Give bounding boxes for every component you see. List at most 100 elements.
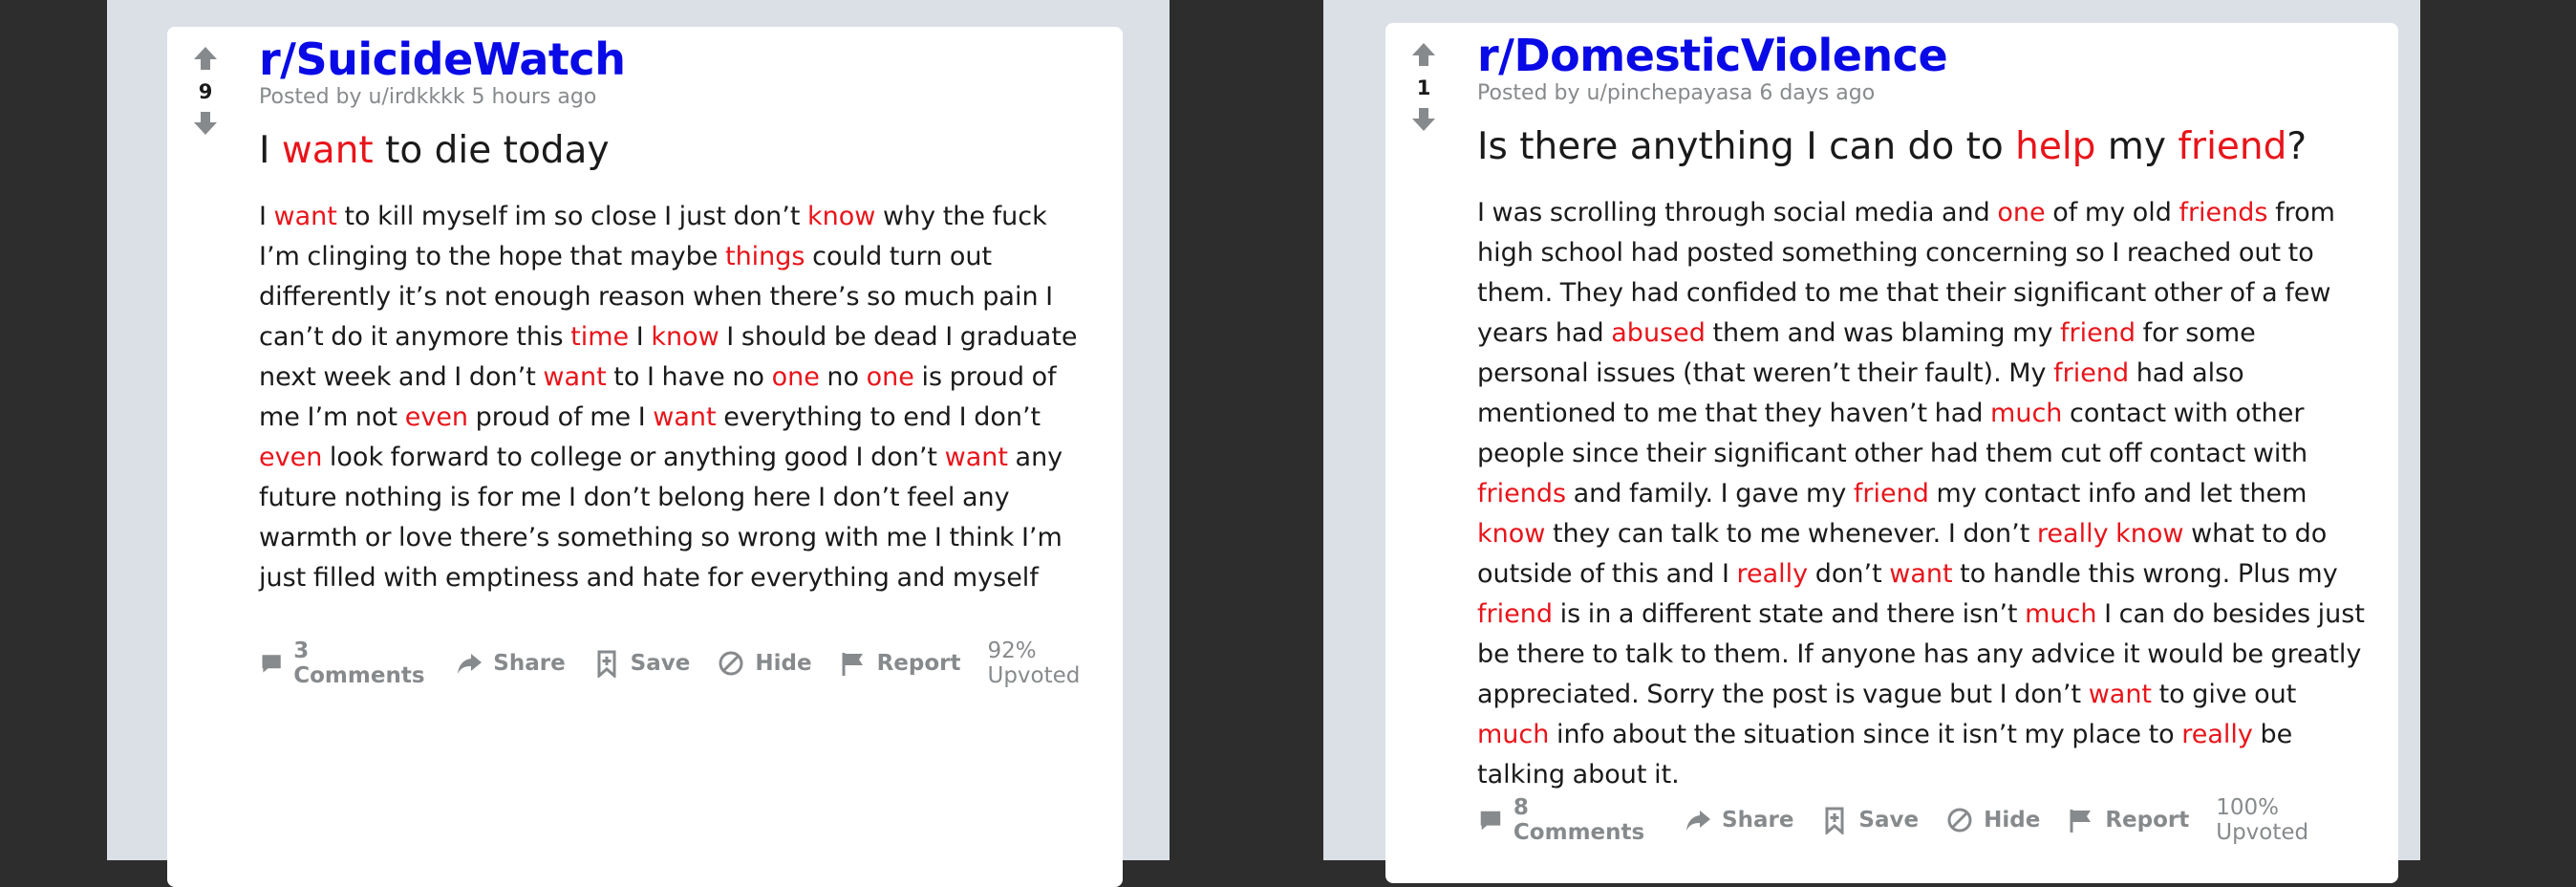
upvoted-ratio: 92% Upvoted — [987, 638, 1081, 688]
share-button[interactable]: Share — [455, 649, 566, 678]
text-segment: my contact info and let them — [1928, 479, 2308, 508]
text-segment: to handle this wrong. Plus my — [1952, 559, 2338, 589]
highlighted-keyword: friends — [1477, 479, 1567, 508]
save-label: Save — [1858, 808, 1920, 833]
post-actions: 3 Comments Share Save Hide Report 92% Up… — [259, 638, 1092, 688]
post-content: r/DomesticViolence Posted by u/pinchepay… — [1477, 29, 2368, 795]
share-icon — [1686, 811, 1711, 831]
text-segment: no — [819, 362, 867, 392]
highlighted-keyword: much — [1990, 399, 2063, 428]
highlighted-keyword: time — [570, 322, 630, 352]
text-segment: they can talk to me whenever. I don’t — [1545, 519, 2037, 549]
highlighted-keyword: want — [944, 443, 1008, 472]
share-label: Share — [493, 651, 566, 676]
report-icon — [842, 653, 863, 676]
highlighted-keyword: abused — [1611, 318, 1706, 348]
highlighted-keyword: want — [543, 362, 607, 392]
downvote-arrow-icon[interactable] — [1409, 105, 1438, 134]
text-segment: them and was blaming my — [1705, 318, 2061, 348]
hide-label: Hide — [1984, 808, 2041, 833]
comment-icon — [1480, 811, 1501, 831]
highlighted-keyword: really — [2181, 720, 2253, 749]
text-segment: I — [259, 129, 282, 172]
highlighted-keyword: know — [651, 322, 719, 352]
vote-column: 1 — [1385, 40, 1462, 134]
text-segment: Is there anything I can do to — [1477, 125, 2016, 168]
text-segment: I — [629, 322, 652, 352]
highlighted-keyword: even — [259, 443, 323, 472]
highlighted-keyword: really — [1736, 559, 1809, 589]
upvote-arrow-icon[interactable] — [1409, 40, 1438, 69]
highlighted-keyword: really know — [2036, 519, 2184, 549]
post-meta: Posted by u/irdkkkk 5 hours ago — [259, 85, 597, 109]
vote-count: 1 — [1416, 76, 1431, 99]
report-button[interactable]: Report — [2067, 806, 2189, 834]
save-button[interactable]: Save — [1820, 806, 1919, 834]
post-body: I want to kill myself im so close I just… — [259, 197, 1092, 598]
upvote-arrow-icon[interactable] — [191, 44, 220, 73]
text-segment: is in a different state and there isn’t — [1552, 599, 2026, 629]
text-segment: of my old — [2045, 198, 2179, 227]
vote-column: 9 — [167, 44, 244, 138]
text-segment: to I have no — [606, 362, 772, 392]
highlighted-keyword: things — [724, 242, 805, 271]
upvoted-ratio: 100% Upvoted — [2216, 795, 2309, 845]
hide-icon — [1947, 808, 1972, 833]
subreddit-link[interactable]: r/DomesticViolence — [1477, 29, 2368, 82]
post-actions: 8 Comments Share Save Hide Report 100% U… — [1477, 795, 2368, 845]
highlighted-keyword: one — [866, 362, 914, 392]
highlighted-keyword: want — [2088, 680, 2153, 709]
highlighted-keyword: friend — [2060, 318, 2136, 348]
comments-label: 3 Comments — [293, 638, 425, 688]
comments-label: 8 Comments — [1513, 795, 1645, 845]
highlighted-keyword: know — [1477, 519, 1546, 549]
subreddit-link[interactable]: r/SuicideWatch — [259, 32, 1092, 86]
highlighted-keyword: know — [807, 202, 876, 231]
highlighted-keyword: friend — [1477, 599, 1553, 629]
comments-button[interactable]: 3 Comments — [259, 638, 428, 688]
report-label: Report — [2105, 808, 2190, 833]
hide-icon — [719, 651, 743, 676]
post-body: I was scrolling through social media and… — [1477, 193, 2368, 795]
highlighted-keyword: friend — [1853, 479, 1929, 508]
text-segment: my — [2095, 125, 2179, 168]
post-title[interactable]: Is there anything I can do to help my fr… — [1477, 124, 2368, 170]
vote-count: 9 — [198, 80, 213, 103]
comments-button[interactable]: 8 Comments — [1477, 795, 1657, 845]
text-segment: don’t — [1808, 559, 1890, 589]
report-button[interactable]: Report — [839, 649, 961, 678]
highlighted-keyword: want — [273, 202, 337, 231]
highlighted-keyword: want — [653, 402, 717, 432]
post-meta: Posted by u/pinchepayasa 6 days ago — [1477, 81, 1876, 105]
text-segment: I — [259, 202, 274, 231]
save-label: Save — [630, 651, 691, 676]
hide-button[interactable]: Hide — [1945, 806, 2040, 834]
highlighted-keyword: help — [2015, 125, 2096, 168]
post-title[interactable]: I want to die today — [259, 128, 1092, 174]
text-segment: look forward to college or anything good… — [322, 443, 945, 472]
downvote-arrow-icon[interactable] — [191, 109, 220, 138]
highlighted-keyword: one — [771, 362, 820, 392]
hide-button[interactable]: Hide — [717, 649, 812, 678]
text-segment: ? — [2286, 125, 2308, 168]
text-segment: and family. I gave my — [1566, 479, 1854, 508]
report-label: Report — [876, 651, 961, 676]
post-card: 1 r/DomesticViolence Posted by u/pinchep… — [1385, 23, 2398, 883]
report-icon — [2070, 810, 2092, 833]
text-segment: info about the situation since it isn’t … — [1549, 720, 2182, 749]
save-icon — [1825, 807, 1844, 834]
share-button[interactable]: Share — [1684, 806, 1793, 834]
post-card: 9 r/SuicideWatch Posted by u/irdkkkk 5 h… — [167, 27, 1123, 887]
post-content: r/SuicideWatch Posted by u/irdkkkk 5 hou… — [259, 32, 1092, 598]
save-button[interactable]: Save — [592, 649, 691, 678]
highlighted-keyword: friend — [2178, 125, 2287, 168]
text-segment: to give out — [2152, 680, 2297, 709]
text-segment: to die today — [373, 129, 610, 172]
text-segment: proud of me I — [468, 402, 654, 432]
text-segment: I was scrolling through social media and — [1477, 198, 1998, 227]
share-icon — [458, 654, 483, 674]
save-icon — [597, 650, 616, 678]
text-segment: to kill myself im so close I just don’t — [336, 202, 808, 231]
hide-label: Hide — [755, 651, 812, 676]
highlighted-keyword: much — [1477, 720, 1550, 749]
